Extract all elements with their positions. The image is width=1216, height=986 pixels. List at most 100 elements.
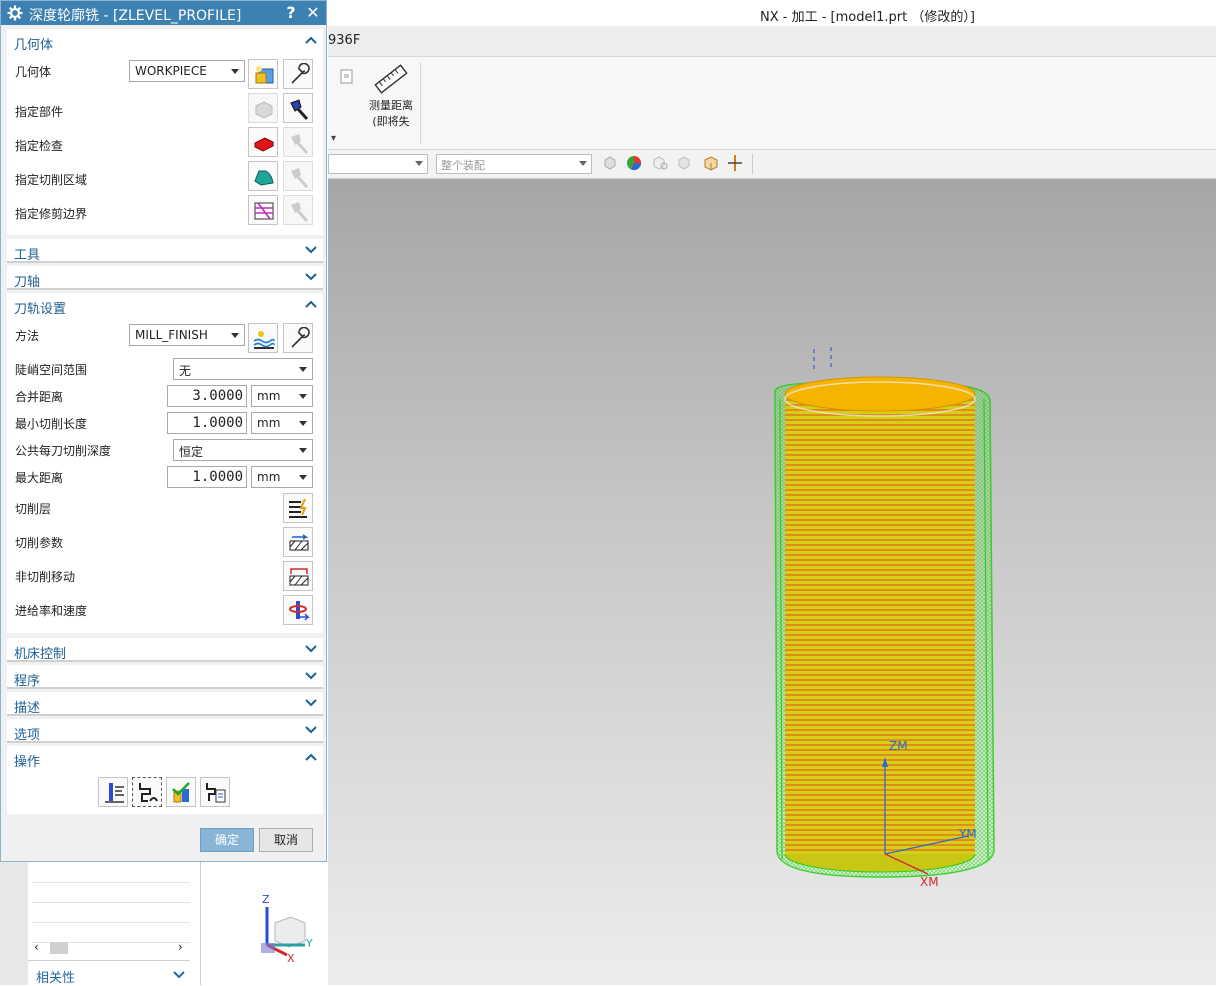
dialog-title-bar[interactable]: 深度轮廓铣 - [ZLEVEL_PROFILE] ? ✕ bbox=[1, 1, 326, 25]
chevron-down-icon[interactable] bbox=[305, 245, 317, 255]
flashlight-icon bbox=[290, 99, 309, 121]
gear-icon[interactable] bbox=[7, 5, 23, 21]
divider bbox=[7, 288, 323, 290]
chevron-down-icon[interactable] bbox=[305, 644, 317, 654]
merge-distance-unit-select[interactable]: mm bbox=[251, 385, 313, 407]
list-item[interactable] bbox=[32, 904, 190, 923]
actions-section-header[interactable]: 操作 bbox=[7, 746, 323, 770]
list-toolpath-button[interactable] bbox=[200, 777, 230, 807]
ok-button[interactable]: 确定 bbox=[200, 828, 254, 852]
specify-check-button[interactable] bbox=[248, 127, 278, 157]
tool-axis-section-header[interactable]: 刀轴 bbox=[7, 266, 323, 290]
min-cut-length-input[interactable]: 1.0000 bbox=[167, 412, 247, 434]
program-section-header[interactable]: 程序 bbox=[7, 665, 323, 689]
cut-levels-button[interactable] bbox=[283, 493, 313, 523]
ribbon-more-dropdown[interactable]: ▾ bbox=[331, 133, 336, 144]
max-distance-input[interactable]: 1.0000 bbox=[167, 466, 247, 488]
cut-params-label: 切削参数 bbox=[15, 536, 64, 550]
chevron-down-icon[interactable] bbox=[305, 698, 317, 708]
chevron-up-icon[interactable] bbox=[305, 35, 317, 45]
dialog-title: 深度轮廓铣 - [ZLEVEL_PROFILE] bbox=[29, 8, 242, 24]
cut-levels-label: 切削层 bbox=[15, 502, 52, 516]
select-faces-icon[interactable] bbox=[652, 156, 668, 170]
verify-toolpath-button[interactable] bbox=[166, 777, 196, 807]
specify-cut-area-label: 指定切削区域 bbox=[15, 173, 88, 187]
non-cut-moves-button[interactable] bbox=[283, 561, 313, 591]
divider bbox=[28, 960, 190, 961]
cancel-button[interactable]: 取消 bbox=[259, 828, 313, 852]
assembly-scope-text: 整个装配 bbox=[441, 159, 485, 172]
geometry-select[interactable]: WORKPIECE bbox=[129, 60, 245, 82]
wireframe-box-icon[interactable] bbox=[703, 155, 719, 171]
specify-trim-boundary-button[interactable] bbox=[248, 195, 278, 225]
chevron-down-icon[interactable] bbox=[305, 671, 317, 681]
flashlight-icon bbox=[291, 134, 309, 155]
measure-distance-button[interactable]: 测量距离 (即将失 bbox=[365, 60, 417, 140]
min-cut-length-label: 最小切削长度 bbox=[15, 417, 88, 431]
merge-distance-input[interactable]: 3.0000 bbox=[167, 385, 247, 407]
scroll-right-icon[interactable]: › bbox=[178, 940, 183, 954]
navigator-panel: ‹ › 相关性 bbox=[28, 862, 201, 986]
related-section-header[interactable]: 相关性 bbox=[36, 967, 75, 986]
steep-range-select[interactable]: 无 bbox=[173, 358, 313, 380]
chevron-down-icon[interactable] bbox=[305, 725, 317, 735]
close-button[interactable]: ✕ bbox=[303, 3, 323, 23]
select-body-icon[interactable] bbox=[677, 156, 693, 170]
page-icon[interactable] bbox=[340, 69, 354, 85]
chevron-down-icon[interactable] bbox=[173, 970, 185, 980]
actions-header-text: 操作 bbox=[14, 755, 41, 770]
chevron-up-icon[interactable] bbox=[305, 299, 317, 309]
workpiece-icon bbox=[255, 66, 274, 84]
display-check-button bbox=[283, 127, 313, 157]
geometry-section-header[interactable]: 几何体 bbox=[7, 29, 323, 53]
color-wheel-icon[interactable] bbox=[626, 155, 642, 171]
path-settings-section-header[interactable]: 刀轨设置 bbox=[7, 293, 323, 317]
options-section-header[interactable]: 选项 bbox=[7, 719, 323, 743]
depth-per-cut-select[interactable]: 恒定 bbox=[173, 439, 313, 461]
machine-control-section-header[interactable]: 机床控制 bbox=[7, 638, 323, 662]
new-geometry-button[interactable] bbox=[248, 59, 278, 89]
non-cut-moves-label: 非切削移动 bbox=[15, 570, 76, 584]
geometry-label: 几何体 bbox=[15, 65, 52, 79]
list-item[interactable] bbox=[32, 884, 190, 903]
description-section-header[interactable]: 描述 bbox=[7, 692, 323, 716]
max-distance-unit-value: mm bbox=[257, 470, 281, 484]
specify-cut-area-button[interactable] bbox=[248, 161, 278, 191]
new-method-button[interactable] bbox=[248, 323, 278, 353]
depth-per-cut-label: 公共每刀切削深度 bbox=[15, 444, 112, 458]
horizontal-scrollbar[interactable]: ‹ › bbox=[32, 940, 190, 956]
trim-boundary-icon bbox=[254, 202, 274, 220]
scroll-left-icon[interactable]: ‹ bbox=[34, 940, 39, 954]
divider bbox=[7, 660, 323, 662]
chevron-down-icon[interactable] bbox=[305, 272, 317, 282]
tool-section-header[interactable]: 工具 bbox=[7, 239, 323, 263]
method-select[interactable]: MILL_FINISH bbox=[129, 324, 245, 346]
triad-z-label: Z bbox=[262, 893, 270, 906]
ribbon: ▾ bbox=[328, 57, 1216, 150]
replay-toolpath-button[interactable] bbox=[132, 777, 162, 807]
measure-distance-label: 测量距离 (即将失 bbox=[369, 99, 413, 128]
max-distance-unit-select[interactable]: mm bbox=[251, 466, 313, 488]
graphics-viewport[interactable]: ZM YM XM bbox=[328, 179, 1216, 985]
ruler-icon bbox=[374, 64, 408, 94]
edit-method-button[interactable] bbox=[283, 323, 313, 353]
help-button[interactable]: ? bbox=[281, 3, 301, 23]
min-cut-length-unit-select[interactable]: mm bbox=[251, 412, 313, 434]
edit-geometry-button[interactable] bbox=[283, 59, 313, 89]
ribbon-tab-fragment[interactable]: 936F bbox=[328, 33, 360, 48]
snap-cross-icon[interactable] bbox=[727, 154, 743, 172]
list-item[interactable] bbox=[32, 864, 190, 883]
display-part-button[interactable] bbox=[283, 93, 313, 123]
filter-cube-icon[interactable] bbox=[603, 156, 617, 170]
method-select-value: MILL_FINISH bbox=[135, 328, 208, 342]
type-filter-combo[interactable] bbox=[328, 154, 428, 174]
generate-toolpath-button[interactable] bbox=[98, 777, 128, 807]
selection-bar: 整个装配 bbox=[328, 150, 1216, 179]
feeds-speeds-button[interactable] bbox=[283, 595, 313, 625]
display-trim-boundary-button bbox=[283, 195, 313, 225]
cut-params-button[interactable] bbox=[283, 527, 313, 557]
scroll-thumb[interactable] bbox=[50, 942, 68, 954]
chevron-up-icon[interactable] bbox=[305, 752, 317, 762]
assembly-scope-combo[interactable]: 整个装配 bbox=[436, 154, 592, 174]
path-settings-header-text: 刀轨设置 bbox=[14, 302, 67, 317]
